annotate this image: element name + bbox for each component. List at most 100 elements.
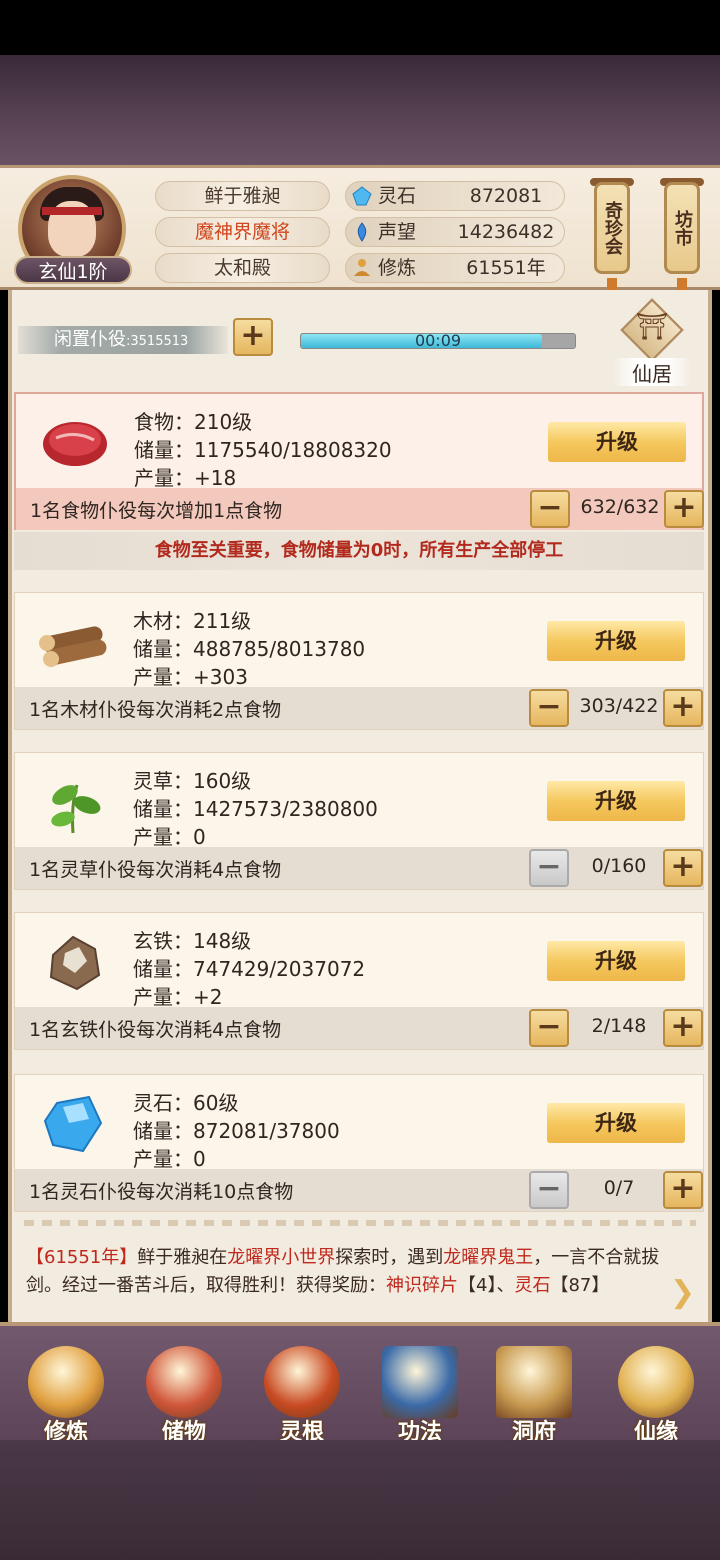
servant-count: 632/632: [580, 496, 660, 518]
resource-card-iron: 玄铁：148级 储量：747429/2037072 产量：+2 升级 1名玄铁仆…: [14, 912, 704, 1050]
resource-footer: 1名玄铁仆役每次消耗4点食物 − 2/148 +: [15, 1007, 703, 1049]
spirit-root-icon: [264, 1346, 340, 1418]
resource-name-level: 木材：211级: [133, 609, 252, 633]
cultivate-icon: [28, 1346, 104, 1418]
remove-servant-button[interactable]: −: [530, 490, 570, 528]
player-hall: 太和殿: [155, 253, 330, 283]
nav-cultivate[interactable]: 修炼: [14, 1342, 118, 1446]
pagoda-icon: ⛩: [635, 312, 669, 342]
resource-card-herb: 灵草：160级 储量：1427573/2380800 产量：0 升级 1名灵草仆…: [14, 752, 704, 890]
spirit-stone-icon: [352, 186, 372, 206]
stat-cultivation-label: 修炼: [378, 257, 417, 279]
log-reward-2-qty: 【87】: [550, 1275, 610, 1296]
add-servant-button[interactable]: +: [664, 490, 704, 528]
stat-reputation-label: 声望: [378, 221, 417, 243]
idle-value: 3515513: [130, 334, 189, 349]
remove-servant-button[interactable]: −: [529, 1171, 569, 1209]
resource-footer: 1名木材仆役每次消耗2点食物 − 303/422 +: [15, 687, 703, 729]
meat-icon: [43, 422, 107, 466]
resource-name-level: 食物：210级: [134, 410, 253, 434]
upgrade-button[interactable]: 升级: [547, 941, 685, 981]
resource-storage: 储量：1175540/18808320: [134, 438, 392, 462]
servant-description: 1名玄铁仆役每次消耗4点食物: [29, 1019, 282, 1041]
top-backdrop: [0, 55, 720, 175]
add-servant-button[interactable]: +: [663, 689, 703, 727]
servant-description: 1名灵石仆役每次消耗10点食物: [29, 1181, 294, 1203]
resource-output: 产量：0: [133, 825, 206, 849]
herb-icon: [51, 784, 101, 834]
stat-spirit-stone: 灵石 872081: [345, 181, 565, 211]
timer-text: 00:09: [414, 331, 462, 350]
servant-count: 0/160: [591, 855, 647, 877]
avatar-headband: [42, 207, 102, 215]
resource-card-wood: 木材：211级 储量：488785/8013780 产量：+303 升级 1名木…: [14, 592, 704, 730]
resource-name-level: 玄铁：148级: [133, 929, 252, 953]
stat-reputation-value: 14236482: [457, 221, 555, 243]
log-enemy: 龙曜界鬼王: [443, 1247, 534, 1268]
resource-output: 产量：0: [133, 1147, 206, 1171]
upgrade-button[interactable]: 升级: [547, 781, 685, 821]
log-divider: [24, 1220, 696, 1226]
resource-output: 产量：+2: [133, 985, 223, 1009]
remove-servant-button[interactable]: −: [529, 689, 569, 727]
servant-count: 303/422: [579, 695, 659, 717]
nav-technique[interactable]: 功法: [368, 1342, 472, 1446]
resource-name-level: 灵草：160级: [133, 769, 252, 793]
servant-count: 2/148: [591, 1015, 647, 1037]
idle-servants-label: 闲置仆役:3515513: [18, 326, 228, 354]
storage-bag-icon: [146, 1346, 222, 1418]
residence-button[interactable]: ⛩ 仙居: [612, 298, 692, 390]
resource-footer: 1名灵石仆役每次消耗10点食物 − 0/7 +: [15, 1169, 703, 1211]
residence-label: 仙居: [612, 358, 692, 386]
rank-badge: 玄仙1阶: [14, 256, 132, 284]
resource-card-spirit-stone: 灵石：60级 储量：872081/37800 产量：0 升级 1名灵石仆役每次消…: [14, 1074, 704, 1212]
nav-storage[interactable]: 储物: [132, 1342, 236, 1446]
stat-spirit-stone-label: 灵石: [378, 185, 417, 207]
crystal-icon: [43, 1095, 103, 1153]
upgrade-button[interactable]: 升级: [547, 1103, 685, 1143]
fate-gourd-icon: [618, 1346, 694, 1418]
stat-cultivation: 修炼 61551年: [345, 253, 565, 283]
add-servant-button[interactable]: +: [663, 849, 703, 887]
resource-storage: 储量：872081/37800: [133, 1119, 340, 1143]
upgrade-button[interactable]: 升级: [548, 422, 686, 462]
production-timer: 00:09: [300, 331, 576, 350]
resource-output: 产量：+303: [133, 665, 248, 689]
treasure-fair-button[interactable]: 奇珍会: [594, 182, 630, 274]
log-reward-1-qty: 【4】: [458, 1275, 497, 1296]
resource-storage: 储量：747429/2037072: [133, 957, 366, 981]
resource-card-food: 食物：210级 储量：1175540/18808320 产量：+18 升级 1名…: [14, 392, 704, 530]
upgrade-button[interactable]: 升级: [547, 621, 685, 661]
food-warning: 食物至关重要，食物储量为0时，所有生产全部停工: [14, 532, 704, 570]
remove-servant-button[interactable]: −: [529, 1009, 569, 1047]
add-servant-button[interactable]: +: [663, 1009, 703, 1047]
cave-dwelling-icon: [496, 1346, 572, 1418]
player-name: 鲜于雅昶: [155, 181, 330, 211]
log-year: 【61551年】: [26, 1247, 138, 1268]
log-reward-1: 神识碎片: [386, 1275, 458, 1296]
idle-label-text: 闲置仆役: [54, 329, 126, 350]
bottom-backdrop: [0, 1440, 720, 1560]
servant-count: 0/7: [603, 1177, 635, 1199]
nav-spirit-root[interactable]: 灵根: [250, 1342, 354, 1446]
remove-servant-button[interactable]: −: [529, 849, 569, 887]
wood-icon: [39, 626, 107, 667]
nav-fate[interactable]: 仙缘: [604, 1342, 708, 1446]
market-button[interactable]: 坊市: [664, 182, 700, 274]
ore-icon: [49, 935, 101, 991]
nav-cave-dwelling[interactable]: 洞府: [482, 1342, 586, 1446]
add-servant-button[interactable]: +: [233, 318, 273, 356]
resource-footer: 1名食物仆役每次增加1点食物 − 632/632 +: [16, 488, 704, 530]
log-separator: 、: [496, 1275, 515, 1296]
stat-cultivation-value: 61551年: [466, 257, 546, 279]
reputation-icon: [357, 222, 367, 242]
log-place: 龙曜界小世界: [227, 1247, 336, 1268]
log-reward-2: 灵石: [514, 1275, 551, 1296]
add-servant-button[interactable]: +: [663, 1171, 703, 1209]
resource-storage: 储量：1427573/2380800: [133, 797, 378, 821]
stat-spirit-stone-value: 872081: [469, 185, 543, 207]
log-next-arrow-icon[interactable]: ❯: [670, 1278, 704, 1308]
app-root: 玄仙1阶 鲜于雅昶 魔神界魔将 太和殿 灵石 872081 声望 1423648…: [0, 0, 720, 1560]
player-title: 魔神界魔将: [155, 217, 330, 247]
servant-description: 1名食物仆役每次增加1点食物: [30, 500, 283, 522]
